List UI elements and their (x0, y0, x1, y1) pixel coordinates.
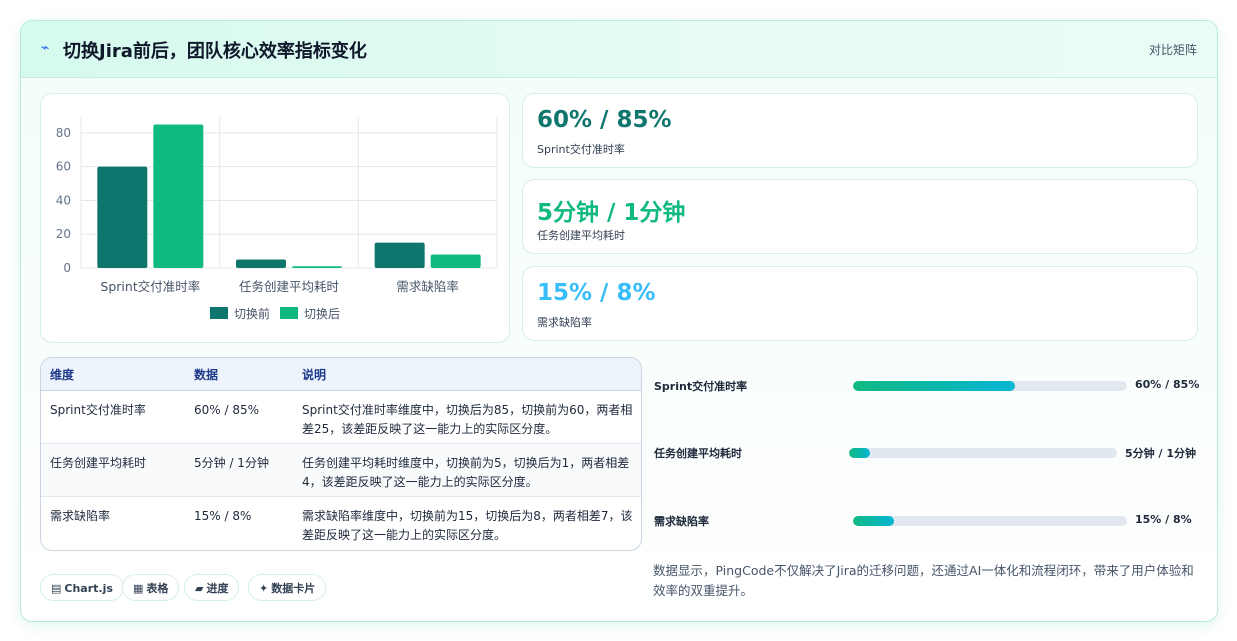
progress-track (849, 448, 1117, 458)
lightning-icon: ⌁ (41, 40, 50, 56)
table-row: 任务创建平均耗时 5分钟 / 1分钟 任务创建平均耗时维度中，切换前为5，切换后… (41, 443, 641, 497)
bar (97, 166, 148, 268)
progress-track (853, 516, 1127, 526)
legend-swatch (210, 307, 228, 319)
stat-label: Sprint交付准时率 (537, 143, 625, 156)
chip-progress[interactable]: ▰ 进度 (184, 574, 240, 601)
progress-track (853, 381, 1127, 391)
legend-label: 切换后 (304, 307, 340, 321)
cell-dimension: Sprint交付准时率 (41, 390, 185, 444)
chip-table[interactable]: ▦ 表格 (122, 574, 180, 601)
progress-label: 任务创建平均耗时 (654, 447, 742, 460)
bar-chart: 0 20 40 60 80 Sprint交付准时率 任务创建平均耗时 需求缺陷率切换前 切换后 (56, 116, 498, 321)
column-header-data: 数据 (185, 358, 293, 391)
y-tick-label: 40 (56, 193, 71, 207)
stat-card-defect-rate[interactable]: 15% / 8% 需求缺陷率 (522, 266, 1198, 341)
chip-chartjs[interactable]: ▤ Chart.js (40, 574, 124, 601)
progress-icon: ▰ (195, 582, 204, 595)
bar (430, 254, 481, 268)
stat-value: 15% / 8% (537, 280, 656, 306)
progress-fill (853, 381, 1015, 391)
stat-card-task-time[interactable]: 5分钟 / 1分钟 任务创建平均耗时 (522, 179, 1198, 254)
x-tick-label: 任务创建平均耗时 (239, 279, 340, 294)
cell-dimension: 需求缺陷率 (50, 509, 111, 523)
cell-description: 需求缺陷率维度中，切换前为15，切换后为8，两者相差7，该差距反映了这一能力上的… (302, 509, 633, 542)
progress-fill (853, 516, 895, 526)
stat-value: 60% / 85% (537, 107, 672, 133)
sparkle-icon: ✦ (259, 582, 269, 595)
chip-label: Chart.js (64, 582, 113, 595)
stat-label: 需求缺陷率 (537, 316, 592, 329)
y-tick-label: 60 (56, 160, 71, 174)
chip-data-card[interactable]: ✦ 数据卡片 (248, 574, 327, 601)
chip-label: 表格 (146, 582, 169, 595)
table-row: 需求缺陷率 15% / 8% 需求缺陷率维度中，切换前为15，切换后为8，两者相… (41, 497, 641, 550)
panel-title: 切换Jira前后，团队核心效率指标变化 (63, 41, 367, 62)
progress-row-sprint: Sprint交付准时率 60% / 85% (654, 376, 1199, 396)
bar (374, 242, 425, 268)
cell-data: 5分钟 / 1分钟 (185, 443, 293, 497)
chip-label: 进度 (206, 582, 229, 595)
matrix-tag: 对比矩阵 (1148, 43, 1197, 57)
table-icon: ▦ (133, 582, 144, 595)
progress-fill (849, 448, 871, 458)
progress-row-defect-rate: 需求缺陷率 15% / 8% (654, 511, 1199, 531)
stat-label: 任务创建平均耗时 (537, 229, 625, 242)
panel-header: ⌁ 切换Jira前后，团队核心效率指标变化 对比矩阵 (21, 21, 1217, 78)
cell-description: 任务创建平均耗时维度中，切换前为5，切换后为1，两者相差4，该差距反映了这一能力… (293, 443, 641, 497)
column-header-dimension: 维度 (41, 358, 185, 391)
stat-card-sprint[interactable]: 60% / 85% Sprint交付准时率 (522, 93, 1198, 168)
progress-row-task-time: 任务创建平均耗时 5分钟 / 1分钟 (654, 443, 1199, 463)
chip-label: 数据卡片 (271, 582, 316, 595)
summary-text: 数据显示，PingCode不仅解决了Jira的迁移问题，还通过AI一体化和流程闭… (653, 563, 1194, 598)
bar-chart-card: 0 20 40 60 80 Sprint交付准时率 任务创建平均耗时 需求缺陷率切换前 切换后 (40, 93, 510, 343)
column-header-description: 说明 (293, 358, 641, 391)
bar (236, 259, 286, 268)
chart-icon: ▤ (51, 582, 62, 595)
progress-value: 5分钟 / 1分钟 (1125, 447, 1196, 460)
bar (153, 124, 204, 268)
comparison-panel: ⌁ 切换Jira前后，团队核心效率指标变化 对比矩阵 0 20 40 60 80 Spri… (20, 20, 1218, 622)
y-tick-label: 80 (56, 126, 71, 140)
cell-data: 60% / 85% (185, 390, 293, 444)
x-tick-label: Sprint交付准时率 (100, 279, 200, 294)
cell-description: Sprint交付准时率维度中，切换后为85，切换前为60，两者相差25，该差距反… (293, 390, 641, 444)
stat-value: 5分钟 / 1分钟 (537, 200, 686, 226)
legend-label: 切换前 (234, 306, 270, 321)
x-tick-label: 需求缺陷率 (396, 279, 459, 294)
comparison-table: 维度 数据 说明 Sprint交付准时率 60% / 85% Sprint交付准… (40, 357, 642, 551)
bar (292, 266, 342, 268)
progress-label: Sprint交付准时率 (654, 380, 748, 393)
progress-label: 需求缺陷率 (654, 515, 709, 528)
cell-data: 15% / 8% (194, 509, 252, 523)
cell-dimension: 任务创建平均耗时 (41, 443, 185, 497)
progress-value: 60% / 85% (1135, 378, 1200, 391)
table-row: Sprint交付准时率 60% / 85% Sprint交付准时率维度中，切换后… (41, 390, 641, 444)
progress-value: 15% / 8% (1135, 513, 1192, 526)
y-tick-label: 0 (63, 261, 71, 275)
y-tick-label: 20 (56, 227, 71, 241)
legend-swatch (280, 307, 298, 319)
